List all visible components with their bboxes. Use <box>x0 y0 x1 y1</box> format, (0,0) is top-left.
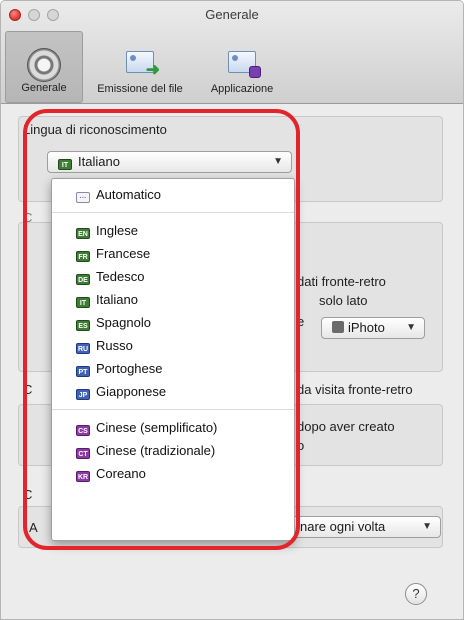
menu-item-russo[interactable]: RU Russo <box>52 334 294 357</box>
german-flag-icon: DE <box>76 274 90 285</box>
recognition-language-label: Lingua di riconoscimento <box>23 122 167 137</box>
option-text-line1: dati fronte-retro <box>297 274 386 289</box>
french-flag-icon: FR <box>76 251 90 262</box>
toolbar-tab-label: Generale <box>21 82 67 94</box>
iphoto-popup[interactable]: iPhoto ▼ <box>321 317 425 339</box>
chevron-down-icon: ▼ <box>273 156 283 167</box>
group3-label: C <box>23 382 33 397</box>
toolbar-tab-generale[interactable]: Generale <box>5 31 83 103</box>
option-text-line2: solo lato <box>319 293 368 308</box>
card-export-icon: ➜ <box>126 47 160 79</box>
spanish-flag-icon: ES <box>76 320 90 331</box>
chinese-simplified-flag-icon: CS <box>76 425 90 436</box>
menu-item-tedesco[interactable]: DE Tedesco <box>52 265 294 288</box>
gear-icon <box>27 48 61 82</box>
row4-prefix: A <box>29 520 38 535</box>
menu-item-automatico[interactable]: ··· Automatico <box>52 183 294 206</box>
chevron-down-icon: ▼ <box>406 322 416 333</box>
italian-flag-icon: IT <box>76 297 90 308</box>
language-popup-value: Italiano <box>78 154 120 169</box>
window-title: Generale <box>205 7 259 22</box>
menu-separator <box>52 212 294 213</box>
option-text-line3: e <box>297 314 305 329</box>
toolbar-tab-emissione[interactable]: ➜ Emissione del file <box>85 31 195 103</box>
language-popup[interactable]: IT Italiano ▼ <box>47 151 292 173</box>
toolbar-tab-label: Applicazione <box>210 83 274 95</box>
english-flag-icon: EN <box>76 228 90 239</box>
card-app-icon <box>228 47 261 78</box>
option3-line1: dopo aver creato <box>297 419 395 434</box>
korean-flag-icon: KR <box>76 471 90 482</box>
menu-item-giapponese[interactable]: JP Giapponese <box>52 380 294 403</box>
toolbar-tab-label: Emissione del file <box>97 83 183 95</box>
menu-item-francese[interactable]: FR Francese <box>52 242 294 265</box>
menu-item-coreano[interactable]: KR Coreano <box>52 462 294 485</box>
menu-item-italiano[interactable]: IT Italiano <box>52 288 294 311</box>
portuguese-flag-icon: PT <box>76 366 90 377</box>
iphoto-icon <box>332 321 344 333</box>
menu-item-cinese-semplificato[interactable]: CS Cinese (semplificato) <box>52 416 294 439</box>
language-dropdown-menu: ··· Automatico EN Inglese FR Francese DE Ted… <box>51 178 295 541</box>
group3-label-right: da visita fronte-retro <box>297 382 413 397</box>
auto-language-icon: ··· <box>76 192 90 203</box>
russian-flag-icon: RU <box>76 343 90 354</box>
group4-label: C <box>23 487 33 502</box>
menu-item-portoghese[interactable]: PT Portoghese <box>52 357 294 380</box>
menu-separator <box>52 409 294 410</box>
open-mode-popup-value: nare ogni volta <box>300 519 386 534</box>
menu-item-spagnolo[interactable]: ES Spagnolo <box>52 311 294 334</box>
toolbar: Generale Generale ➜ Emissione del file A… <box>1 1 463 104</box>
chinese-traditional-flag-icon: CT <box>76 448 90 459</box>
help-button[interactable]: ? <box>405 583 427 605</box>
chevron-down-icon: ▼ <box>422 521 432 532</box>
italian-flag-icon: IT <box>58 159 72 170</box>
menu-item-inglese[interactable]: EN Inglese <box>52 219 294 242</box>
menu-item-cinese-tradizionale[interactable]: CT Cinese (tradizionale) <box>52 439 294 462</box>
iphoto-popup-value: iPhoto <box>348 320 385 335</box>
option3-line2: o <box>297 438 305 453</box>
toolbar-tab-applicazione[interactable]: Applicazione <box>197 31 287 103</box>
japanese-flag-icon: JP <box>76 389 90 400</box>
